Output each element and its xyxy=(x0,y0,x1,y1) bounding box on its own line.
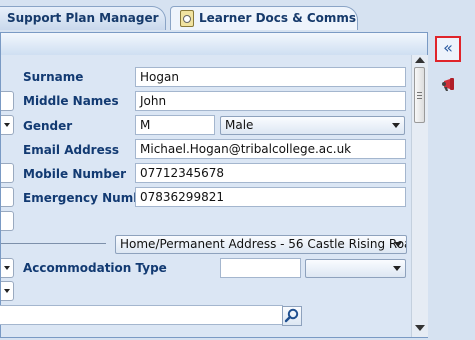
clipped-field[interactable] xyxy=(1,91,14,111)
chevron-down-icon xyxy=(4,123,10,127)
accommodation-code-field[interactable] xyxy=(220,258,301,278)
clipped-dropdown[interactable] xyxy=(1,281,14,301)
scroll-thumb[interactable] xyxy=(414,67,425,123)
clipped-field[interactable] xyxy=(1,187,14,207)
emergency-field[interactable]: 07836299821 xyxy=(135,187,406,207)
grip-line xyxy=(417,92,422,93)
email-label: Email Address xyxy=(23,143,120,157)
collapse-icon: « xyxy=(443,38,453,57)
clipped-field[interactable] xyxy=(1,163,14,183)
email-field[interactable]: Michael.Hogan@tribalcollege.ac.uk xyxy=(135,139,406,159)
scroll-up-icon[interactable] xyxy=(415,57,425,63)
mobile-field[interactable]: 07712345678 xyxy=(135,163,406,183)
accommodation-label: Accommodation Type xyxy=(23,261,167,275)
gender-dropdown[interactable]: Male xyxy=(220,116,405,135)
document-icon xyxy=(180,10,194,27)
gender-selected: Male xyxy=(225,118,254,132)
search-input[interactable] xyxy=(0,305,283,325)
surname-label: Surname xyxy=(23,70,84,84)
chevron-down-icon xyxy=(393,266,401,271)
grip-line xyxy=(417,98,422,99)
clipped-dropdown[interactable] xyxy=(1,258,14,278)
collapse-sidebar-button[interactable]: « xyxy=(435,36,461,62)
scroll-down-icon[interactable] xyxy=(415,325,425,331)
gender-label: Gender xyxy=(23,119,73,133)
search-icon xyxy=(284,308,299,323)
gender-code-field[interactable]: M xyxy=(135,115,215,135)
middle-names-label: Middle Names xyxy=(23,94,119,108)
mobile-label: Mobile Number xyxy=(23,167,127,181)
form-content: Surname Hogan Middle Names John Gender M… xyxy=(0,55,411,337)
learner-details-panel: Surname Hogan Middle Names John Gender M… xyxy=(0,32,428,338)
vertical-scrollbar[interactable] xyxy=(411,55,428,337)
tab-label: Learner Docs & Comms xyxy=(199,11,357,25)
chevron-down-icon xyxy=(392,123,400,128)
chevron-down-icon xyxy=(4,289,10,293)
tab-label: Support Plan Manager xyxy=(7,11,159,25)
surname-field[interactable]: Hogan xyxy=(135,67,406,87)
tab-learner-docs-comms[interactable]: Learner Docs & Comms xyxy=(170,6,358,30)
middle-names-field[interactable]: John xyxy=(135,91,406,111)
panel-header xyxy=(1,33,427,56)
chevron-down-icon xyxy=(4,266,10,270)
grip-line xyxy=(417,95,422,96)
megaphone-icon[interactable] xyxy=(441,76,459,92)
accommodation-dropdown[interactable] xyxy=(305,259,406,278)
clipped-dropdown[interactable] xyxy=(1,115,14,135)
section-divider xyxy=(1,243,106,244)
chevron-down-icon xyxy=(394,242,402,247)
tab-support-plan-manager[interactable]: Support Plan Manager xyxy=(0,6,166,30)
search-button[interactable] xyxy=(282,306,302,326)
address-selected: Home/Permanent Address - 56 Castle Risin… xyxy=(120,237,407,251)
address-dropdown[interactable]: Home/Permanent Address - 56 Castle Risin… xyxy=(115,235,407,254)
clipped-field[interactable] xyxy=(1,211,14,231)
